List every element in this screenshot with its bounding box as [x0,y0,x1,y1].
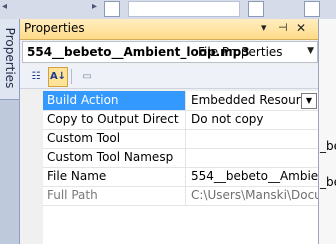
editor-text-fragment: _be [320,139,336,153]
property-name: File Name [43,167,186,186]
object-selector[interactable]: 554__bebeto__Ambient_loop.mp3 File Prope… [22,41,318,63]
chevron-down-icon[interactable]: ▼ [301,93,317,109]
property-pages-icon: ▭ [82,71,92,82]
alphabetical-icon: A↓ [49,71,67,82]
property-value[interactable]: Embedded Resource ▼ [188,91,319,110]
editor-tab-box[interactable] [104,1,120,17]
property-name: Custom Tool [43,129,186,148]
property-name: Copy to Output Direct [43,110,186,129]
property-name: Full Path [43,186,186,205]
property-name: Build Action [43,91,186,110]
property-row-custom-tool-namespace[interactable]: Custom Tool Namesp [43,148,319,168]
alphabetical-button[interactable]: A↓ [48,67,68,87]
editor-text-fragment: _be [320,175,336,189]
property-name: Custom Tool Namesp [43,148,186,167]
categorized-button[interactable]: ☷ [26,67,46,87]
editor-background: _be _be [318,19,336,244]
property-value[interactable] [188,148,319,167]
properties-panel: Properties ▾ ⊣ ✕ 554__bebeto__Ambient_lo… [19,19,319,244]
grid-gutter [20,91,43,244]
properties-toolbar: ☷ A↓ ▭ [20,65,319,89]
pin-icon[interactable]: ⊣ [278,21,288,34]
categorized-icon: ☷ [31,71,41,82]
property-value[interactable]: 554__bebeto__Ambient_loop [188,167,319,186]
panel-titlebar[interactable]: Properties ▾ ⊣ ✕ [20,19,319,40]
panel-title: Properties [24,21,85,35]
properties-side-tab[interactable]: Properties [0,19,19,100]
property-value-text: Embedded Resource [191,93,315,107]
window-position-dropdown-icon[interactable]: ▾ [261,21,267,34]
close-icon[interactable]: ✕ [296,21,306,35]
property-row-build-action[interactable]: Build Action Embedded Resource ▼ [43,91,319,111]
chevron-icon: ◂ [2,1,8,12]
property-value[interactable]: Do not copy [188,110,319,129]
properties-side-tab-label: Properties [3,27,17,89]
property-row-file-name[interactable]: File Name 554__bebeto__Ambient_loop [43,167,319,187]
side-dock: Properties [0,19,20,244]
property-row-custom-tool[interactable]: Custom Tool [43,129,319,149]
property-grid: Build Action Embedded Resource ▼ Copy to… [20,91,319,244]
editor-tab-box[interactable] [248,1,264,17]
editor-tab-area [128,1,240,17]
property-value: C:\Users\Manski\Document [191,188,319,202]
chevron-down-icon[interactable]: ▼ [307,46,314,56]
chevron-icon: ▸ [92,1,98,12]
toolbar-separator [71,69,72,84]
property-row-full-path[interactable]: Full Path C:\Users\Manski\Document [43,186,319,206]
editor-tab-box[interactable] [304,1,320,17]
property-row-copy-to-output[interactable]: Copy to Output Direct Do not copy [43,110,319,130]
property-pages-button[interactable]: ▭ [77,67,97,87]
property-value[interactable] [188,129,319,148]
editor-tab-strip: ◂ ▸ [0,0,336,19]
object-kind: File Properties [198,45,283,59]
